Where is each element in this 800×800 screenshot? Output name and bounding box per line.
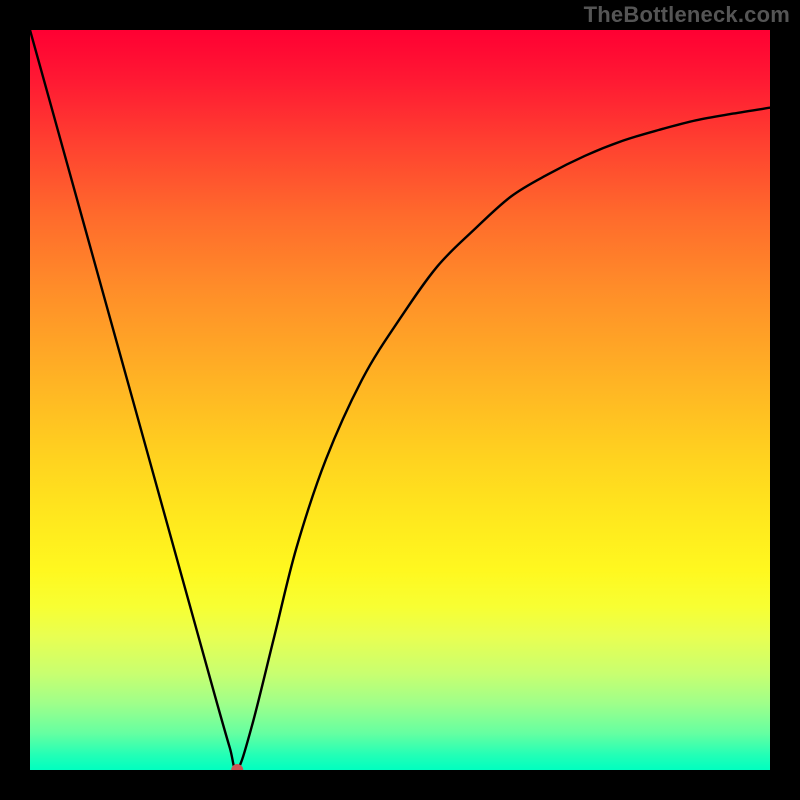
- bottleneck-curve: [30, 30, 770, 770]
- plot-area: [30, 30, 770, 770]
- attribution-text: TheBottleneck.com: [584, 2, 790, 28]
- chart-frame: TheBottleneck.com: [0, 0, 800, 800]
- curve-layer: [30, 30, 770, 770]
